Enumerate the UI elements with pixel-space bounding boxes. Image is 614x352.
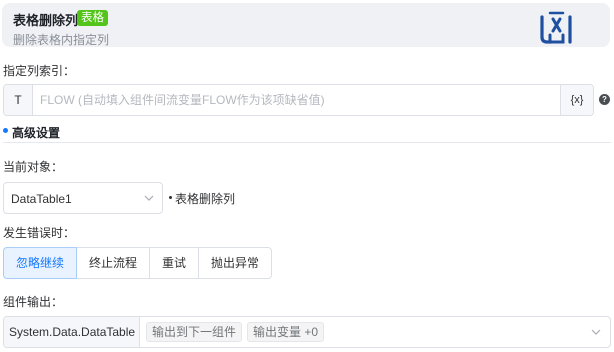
- component-title: 表格删除列: [13, 13, 79, 28]
- column-index-field: T {x}: [3, 84, 594, 116]
- option-retry[interactable]: 重试: [149, 247, 200, 279]
- output-tag-next: 输出到下一组件: [146, 322, 243, 342]
- component-header: 表格删除列 表格 删除表格内指定列: [2, 3, 610, 47]
- chevron-down-icon: [591, 329, 601, 335]
- output-select[interactable]: System.Data.DataTable 输出到下一组件 输出变量 +0: [3, 316, 611, 348]
- column-index-input[interactable]: [34, 85, 561, 115]
- option-ignore-continue[interactable]: 忽略继续: [3, 247, 78, 279]
- uibot-logo-icon: [540, 11, 572, 44]
- current-object-select[interactable]: DataTable1: [3, 182, 163, 214]
- advanced-settings-title[interactable]: 高级设置: [12, 124, 60, 141]
- output-tag-variable: 输出变量 +0: [247, 322, 325, 342]
- option-throw-exception[interactable]: 抛出异常: [198, 247, 273, 279]
- column-index-label: 指定列索引：: [3, 64, 76, 78]
- component-description: 删除表格内指定列: [13, 33, 110, 47]
- object-bullet-icon: [169, 196, 172, 199]
- current-object-label: 当前对象：: [3, 160, 64, 174]
- text-mode-toggle[interactable]: T: [4, 85, 33, 115]
- category-tag: 表格: [77, 10, 108, 26]
- current-object-name: 表格删除列: [175, 192, 236, 206]
- section-divider: [3, 142, 611, 143]
- current-object-value: DataTable1: [11, 192, 72, 206]
- on-error-label: 发生错误时：: [3, 226, 76, 240]
- section-bullet-icon: [3, 128, 8, 133]
- question-circle-icon[interactable]: ?: [599, 94, 610, 105]
- variable-picker-button[interactable]: {x}: [560, 85, 593, 115]
- option-stop-flow[interactable]: 终止流程: [76, 247, 151, 279]
- on-error-options: 忽略继续 终止流程 重试 抛出异常: [3, 247, 273, 279]
- chevron-down-icon: [144, 195, 154, 201]
- output-label: 组件输出：: [3, 295, 64, 309]
- output-type: System.Data.DataTable: [4, 317, 140, 347]
